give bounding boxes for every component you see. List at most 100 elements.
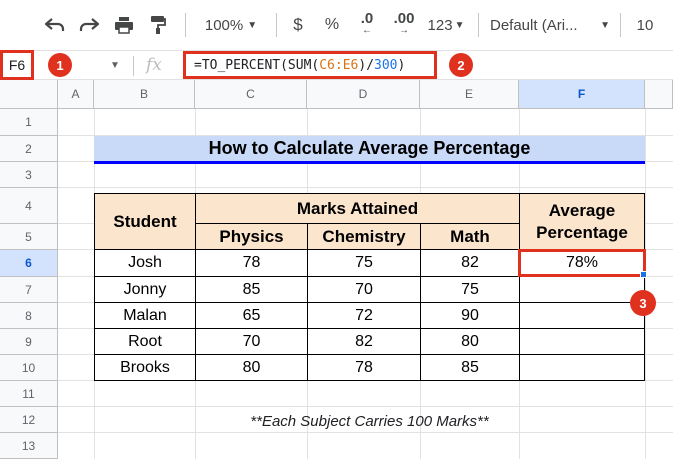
sheet-title[interactable]: How to Calculate Average Percentage xyxy=(94,136,645,164)
row-header-5[interactable]: 5 xyxy=(0,224,58,250)
cell-value: 65 xyxy=(242,306,261,324)
increase-decimal-label: .00 xyxy=(393,10,415,27)
font-family-select[interactable]: Default (Ari... ▼ xyxy=(490,10,610,40)
grid-line xyxy=(58,187,673,188)
formula-bar-divider xyxy=(133,56,134,76)
row-header-6[interactable]: 6 xyxy=(0,250,58,277)
cell-value: 85 xyxy=(461,358,479,376)
formula-divisor: 300 xyxy=(374,57,398,73)
column-header-b[interactable]: B xyxy=(94,80,195,109)
table-cell-math[interactable]: 75 xyxy=(420,276,520,303)
header-physics[interactable]: Physics xyxy=(195,223,308,250)
table-cell-average[interactable] xyxy=(519,276,645,303)
column-label: E xyxy=(464,87,473,101)
decrease-decimal-button[interactable]: .0 ← xyxy=(352,10,382,40)
row-header-3[interactable]: 3 xyxy=(0,162,58,188)
font-size-input[interactable]: 10 xyxy=(630,10,660,40)
formula-range: C6:E6 xyxy=(319,57,359,73)
table-cell-math[interactable]: 82 xyxy=(420,249,520,277)
row-header-4[interactable]: 4 xyxy=(0,188,58,224)
column-header-e[interactable]: E xyxy=(420,80,519,109)
table-cell-physics[interactable]: 80 xyxy=(195,354,308,381)
row-header-2[interactable]: 2 xyxy=(0,136,58,162)
footnote[interactable]: **Each Subject Carries 100 Marks** xyxy=(94,407,645,435)
font-family-value: Default (Ari... xyxy=(490,16,578,34)
zoom-select[interactable]: 100% ▼ xyxy=(196,10,266,40)
table-cell-student[interactable]: Jonny xyxy=(94,276,196,303)
column-header-d[interactable]: D xyxy=(307,80,420,109)
cell-value: 70 xyxy=(355,280,373,298)
cell-value: 85 xyxy=(242,280,261,298)
header-math[interactable]: Math xyxy=(420,223,520,250)
step-badge-1: 1 xyxy=(48,53,72,77)
row-header-12[interactable]: 12 xyxy=(0,407,58,433)
table-cell-student[interactable]: Malan xyxy=(94,302,196,329)
cell-value: 78 xyxy=(355,358,373,376)
row-header-1[interactable]: 1 xyxy=(0,109,58,136)
select-all-corner[interactable] xyxy=(0,80,58,109)
undo-icon[interactable] xyxy=(40,10,70,40)
header-marks-attained[interactable]: Marks Attained xyxy=(195,193,520,224)
cell-value: 90 xyxy=(461,306,479,324)
table-cell-student[interactable]: Brooks xyxy=(94,354,196,381)
column-header-a[interactable]: A xyxy=(58,80,94,109)
toolbar-divider xyxy=(478,13,479,37)
column-header-g[interactable] xyxy=(645,80,673,109)
table-cell-student[interactable]: Josh xyxy=(94,249,196,277)
row-header-10[interactable]: 10 xyxy=(0,355,58,381)
print-icon[interactable] xyxy=(109,10,139,40)
cell-value: Malan xyxy=(123,306,167,324)
row-header-8[interactable]: 8 xyxy=(0,303,58,329)
increase-decimal-button[interactable]: .00 → xyxy=(389,10,419,40)
table-cell-chemistry[interactable]: 72 xyxy=(307,302,421,329)
row-header-13[interactable]: 13 xyxy=(0,433,58,459)
table-cell-average[interactable] xyxy=(519,328,645,355)
row-label: 13 xyxy=(21,438,36,453)
row-label: 1 xyxy=(25,115,32,129)
cell-value: Josh xyxy=(128,254,162,271)
table-cell-chemistry[interactable]: 75 xyxy=(307,249,421,277)
table-cell-chemistry[interactable]: 78 xyxy=(307,354,421,381)
cell-value: 72 xyxy=(355,306,373,324)
cell-value: 82 xyxy=(355,332,373,350)
formula-input[interactable]: =TO_PERCENT(SUM(C6:E6)/300) xyxy=(183,51,437,79)
table-cell-physics[interactable]: 78 xyxy=(195,249,308,277)
fx-label: fx xyxy=(146,55,162,75)
row-label: 10 xyxy=(21,360,36,375)
percent-label: % xyxy=(324,16,340,33)
percent-button[interactable]: % xyxy=(320,10,344,40)
table-cell-math[interactable]: 85 xyxy=(420,354,520,381)
table-cell-physics[interactable]: 70 xyxy=(195,328,308,355)
row-header-9[interactable]: 9 xyxy=(0,329,58,355)
table-cell-chemistry[interactable]: 70 xyxy=(307,276,421,303)
paint-format-icon[interactable] xyxy=(143,10,173,40)
table-cell-student[interactable]: Root xyxy=(94,328,196,355)
header-student[interactable]: Student xyxy=(94,193,196,250)
row-label: 8 xyxy=(25,308,32,323)
table-cell-math[interactable]: 80 xyxy=(420,328,520,355)
chevron-down-icon[interactable]: ▼ xyxy=(110,60,120,71)
table-cell-physics[interactable]: 85 xyxy=(195,276,308,303)
row-label: 7 xyxy=(25,282,32,297)
header-chemistry[interactable]: Chemistry xyxy=(307,223,421,250)
table-cell-math[interactable]: 90 xyxy=(420,302,520,329)
row-header-7[interactable]: 7 xyxy=(0,277,58,303)
header-label: Marks Attained xyxy=(296,198,419,218)
footnote-text: **Each Subject Carries 100 Marks** xyxy=(250,412,489,430)
currency-button[interactable]: $ xyxy=(286,10,310,40)
table-cell-physics[interactable]: 65 xyxy=(195,302,308,329)
column-header-c[interactable]: C xyxy=(195,80,307,109)
redo-icon[interactable] xyxy=(74,10,104,40)
fill-handle[interactable] xyxy=(640,271,647,278)
table-cell-average[interactable] xyxy=(519,302,645,329)
header-average-percentage[interactable]: Average Percentage xyxy=(519,193,645,250)
row-header-11[interactable]: 11 xyxy=(0,381,58,407)
header-label: Percentage xyxy=(536,222,628,242)
name-box[interactable]: F6 xyxy=(0,50,34,80)
column-header-f[interactable]: F xyxy=(519,80,645,109)
table-cell-average[interactable] xyxy=(519,354,645,381)
column-label: F xyxy=(577,87,586,101)
table-cell-chemistry[interactable]: 82 xyxy=(307,328,421,355)
step-badge-3: 3 xyxy=(630,290,656,316)
more-formats-button[interactable]: 123 ▼ xyxy=(424,10,468,40)
